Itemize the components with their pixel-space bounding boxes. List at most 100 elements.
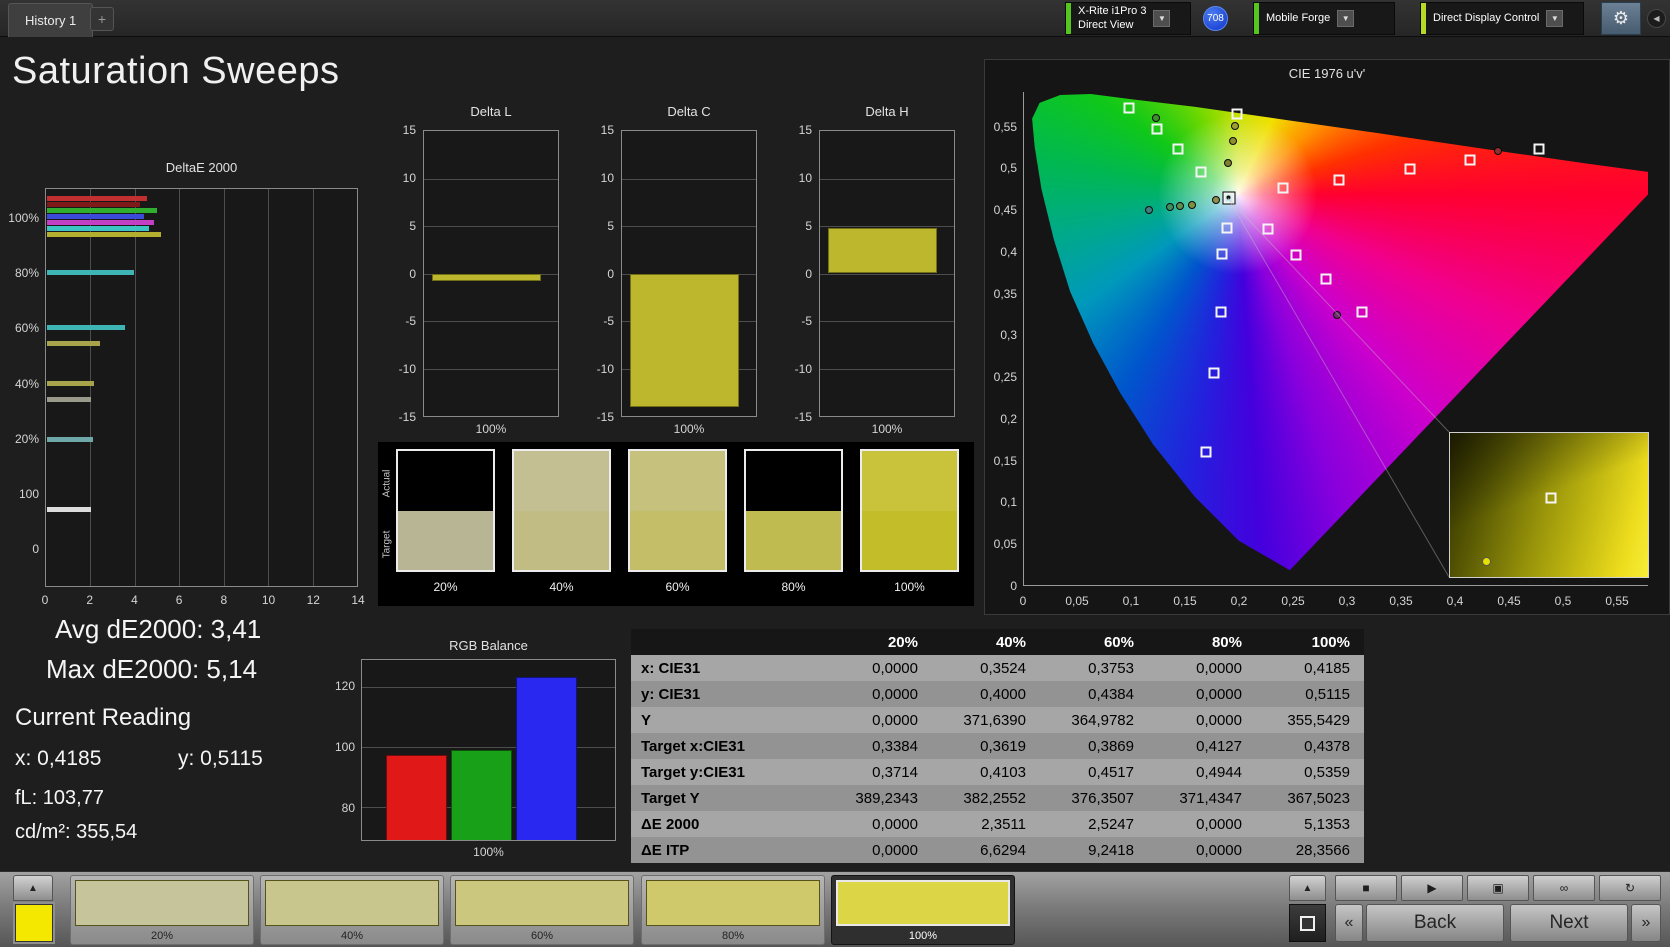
gridline (424, 226, 558, 227)
collapse-panel-button[interactable]: ◀ (1647, 9, 1666, 28)
deltae-bar (47, 507, 91, 512)
target-point (1262, 224, 1273, 235)
back-button[interactable]: Back (1366, 904, 1504, 942)
swatch-actual (862, 451, 957, 511)
chart-title: DeltaE 2000 (45, 160, 358, 175)
axis-tick-label: -10 (399, 362, 416, 376)
deltae-yaxis: 100%80%60%40%20%1000 (4, 188, 42, 587)
axis-tick-label: 0 (42, 593, 49, 607)
source-dropdown[interactable]: Mobile Forge ▼ (1253, 2, 1395, 35)
stop-button[interactable]: ■ (1335, 875, 1397, 901)
chart-title: Delta L (423, 104, 559, 119)
target-point (1195, 166, 1206, 177)
chevron-down-icon: ▼ (1546, 10, 1563, 27)
table-row: Y0,0000371,6390364,97820,0000355,5429 (631, 707, 1364, 733)
refresh-button[interactable]: ↻ (1599, 875, 1661, 901)
axis-tick-label: 0,15 (1173, 594, 1196, 608)
axis-tick-label: 5 (607, 219, 614, 233)
table-header-cell: 100% (1256, 629, 1364, 655)
patch-comparison-strip: Actual Target 20%40%60%80%100% (378, 442, 974, 606)
patch-color (455, 880, 629, 926)
axis-tick-label: 10 (403, 171, 416, 185)
target-point (1534, 144, 1545, 155)
gridline (179, 189, 180, 586)
axis-tick-label: 0,2 (1231, 594, 1248, 608)
history-tab[interactable]: History 1 (8, 3, 93, 37)
patch-label: 60% (451, 930, 633, 942)
cie-yaxis: 0,550,50,450,40,350,30,250,20,150,10,050 (987, 92, 1020, 586)
table-cell: 0,0000 (1148, 837, 1256, 863)
loop-button[interactable]: ∞ (1533, 875, 1595, 901)
swatch-actual (514, 451, 609, 511)
axis-tick-label: 0,45 (1497, 594, 1520, 608)
current-reading-heading: Current Reading (15, 704, 191, 732)
settings-button[interactable]: ⚙ (1601, 2, 1641, 35)
deltae-xaxis: 02468101214 (45, 591, 358, 607)
patch-button-20[interactable]: 20% (70, 875, 254, 945)
axis-tick-label: 0,25 (994, 370, 1017, 384)
delta-h-yaxis: 151050-5-10-15 (785, 130, 815, 417)
patch-button-40[interactable]: 40% (260, 875, 444, 945)
table-row: ΔE 20000,00002,35112,52470,00005,1353 (631, 811, 1364, 837)
target-point (1208, 368, 1219, 379)
axis-tick-label: 4 (131, 593, 138, 607)
axis-tick-label: 0,5 (1000, 161, 1017, 175)
axis-tick-label: 0,5 (1555, 594, 1572, 608)
table-cell: 364,9782 (1040, 707, 1148, 733)
gridline (90, 189, 91, 586)
top-bar: History 1 + X-Rite i1Pro 3 Direct View ▼… (0, 0, 1670, 37)
deltae-bar (47, 208, 157, 213)
page-title: Saturation Sweeps (12, 50, 339, 93)
rgb-plot (361, 659, 616, 841)
x-axis-label: 100% (361, 845, 616, 859)
table-cell: 2,3511 (932, 811, 1040, 837)
delta-bar (432, 274, 541, 282)
x-axis-label: 100% (423, 422, 559, 436)
measurement-point (1494, 147, 1502, 155)
play-button[interactable]: ▶ (1401, 875, 1463, 901)
table-cell: 376,3507 (1040, 785, 1148, 811)
swatch-labels: 20%40%60%80%100% (396, 580, 959, 594)
current-reading-y: y: 0,5115 (178, 747, 263, 771)
axis-tick-label: -15 (795, 410, 812, 424)
gridline (224, 189, 225, 586)
display-control-dropdown[interactable]: Direct Display Control ▼ (1420, 2, 1584, 35)
axis-tick-label: 0 (409, 267, 416, 281)
add-tab-button[interactable]: + (90, 7, 114, 31)
measurement-point (1152, 114, 1160, 122)
avg-de2000-readout: Avg dE2000: 3,41 (55, 614, 261, 645)
bar-green (451, 750, 512, 840)
patch-button-80[interactable]: 80% (641, 875, 825, 945)
table-cell: 0,3714 (824, 759, 932, 785)
pattern-window-button[interactable]: ▣ (1467, 875, 1529, 901)
patch-label: 20% (71, 930, 253, 942)
meter-dropdown[interactable]: X-Rite i1Pro 3 Direct View ▼ (1065, 2, 1191, 35)
delta-c-chart: Delta C 151050-5-10-15 100% (587, 104, 759, 440)
swatch-target (514, 511, 609, 571)
patch-button-60[interactable]: 60% (450, 875, 634, 945)
deltae-plot (45, 188, 358, 587)
axis-tick-label: 100 (19, 487, 39, 501)
cie-xaxis: 00,050,10,150,20,250,30,350,40,450,50,55 (1023, 592, 1648, 608)
table-row: y: CIE310,00000,40000,43840,00000,5115 (631, 681, 1364, 707)
axis-tick-label: -5 (405, 314, 416, 328)
delta-c-yaxis: 151050-5-10-15 (587, 130, 617, 417)
forward-button[interactable]: » (1631, 904, 1661, 942)
swatch-label: 20% (396, 580, 495, 594)
table-cell: 9,2418 (1040, 837, 1148, 863)
table-cell: 0,4378 (1256, 733, 1364, 759)
table-header-cell: 20% (824, 629, 932, 655)
deltae-bar (47, 202, 140, 207)
previous-button[interactable]: « (1335, 904, 1363, 942)
table-header-cell (631, 629, 824, 655)
row-label: ΔE 2000 (631, 811, 824, 837)
patch-button-100[interactable]: 100% (831, 875, 1015, 945)
table-header-cell: 40% (932, 629, 1040, 655)
next-button[interactable]: Next (1510, 904, 1628, 942)
table-cell: 0,4185 (1256, 655, 1364, 681)
patch-color (646, 880, 820, 926)
axis-tick-label: 0,35 (1389, 594, 1412, 608)
axis-tick-label: -5 (603, 314, 614, 328)
pattern-window-button[interactable] (1289, 904, 1326, 942)
expand-right-button[interactable]: ▲ (1289, 875, 1326, 901)
